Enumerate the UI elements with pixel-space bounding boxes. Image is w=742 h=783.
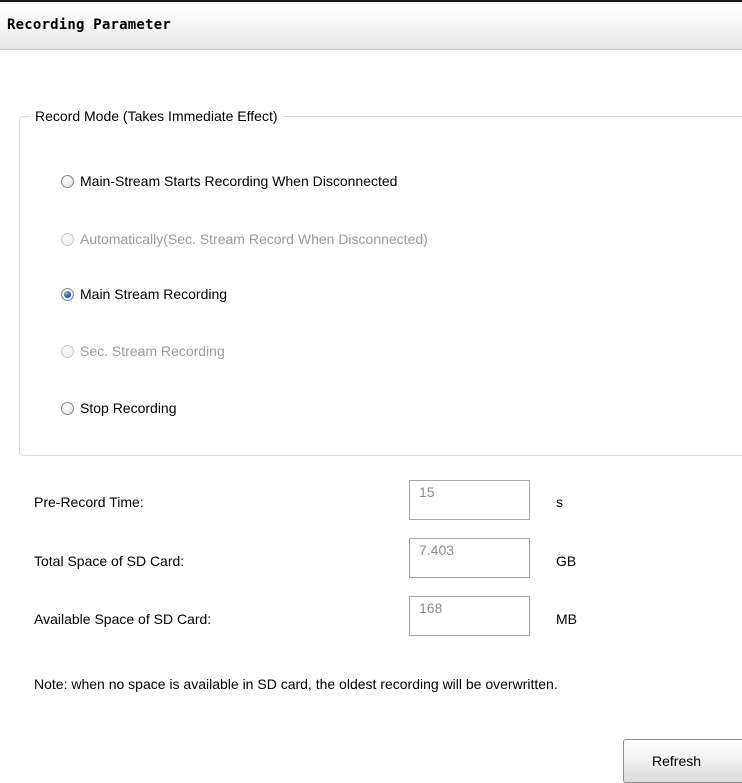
available-space-label: Available Space of SD Card: (34, 611, 212, 627)
radio-button-icon[interactable] (61, 174, 74, 188)
radio-option-label: Stop Recording (80, 400, 177, 416)
radio-option-main-stream-disconnected[interactable]: Main-Stream Starts Recording When Discon… (61, 173, 397, 189)
pre-record-time-unit: s (556, 494, 563, 510)
radio-option-label: Automatically(Sec. Stream Record When Di… (80, 231, 428, 247)
radio-button-checked-icon[interactable] (61, 287, 74, 301)
total-space-field: 7.403 (409, 538, 530, 578)
radio-option-sec-stream-recording: Sec. Stream Recording (61, 343, 225, 359)
record-mode-legend: Record Mode (Takes Immediate Effect) (35, 108, 278, 124)
radio-option-label: Main Stream Recording (80, 286, 228, 302)
radio-button-icon (61, 232, 74, 246)
radio-button-icon[interactable] (61, 401, 74, 415)
radio-option-label: Sec. Stream Recording (80, 343, 225, 359)
available-space-unit: MB (556, 611, 577, 627)
total-space-unit: GB (556, 553, 577, 569)
refresh-button[interactable]: Refresh (623, 739, 742, 783)
radio-option-label: Main-Stream Starts Recording When Discon… (80, 173, 398, 189)
radio-option-automatically: Automatically(Sec. Stream Record When Di… (61, 231, 428, 247)
pre-record-time-input[interactable]: 15 (409, 480, 530, 520)
pre-record-time-label: Pre-Record Time: (34, 494, 144, 510)
total-space-label: Total Space of SD Card: (34, 553, 185, 569)
page-title: Recording Parameter (7, 17, 171, 33)
radio-button-icon (61, 344, 74, 358)
radio-option-main-stream-recording[interactable]: Main Stream Recording (61, 286, 227, 302)
available-space-field: 168 (409, 596, 530, 636)
title-bar: Recording Parameter (0, 0, 742, 50)
overwrite-note: Note: when no space is available in SD c… (34, 676, 558, 692)
radio-option-stop-recording[interactable]: Stop Recording (61, 400, 177, 416)
